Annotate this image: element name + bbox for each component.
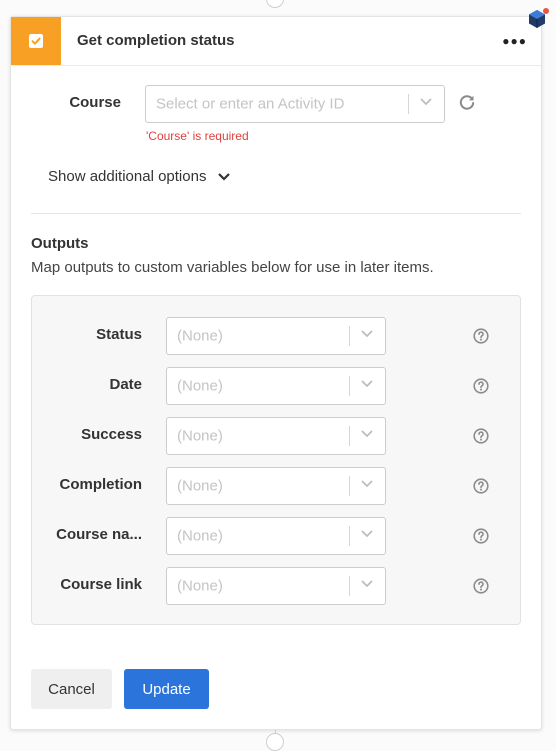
output-label-status: Status <box>96 326 142 343</box>
card-title: Get completion status <box>77 32 235 49</box>
output-select-date[interactable]: (None) <box>166 367 386 405</box>
select-separator <box>349 426 350 446</box>
output-select-value: (None) <box>177 527 223 545</box>
flow-connector-top-node <box>266 0 284 8</box>
help-icon[interactable] <box>473 328 489 344</box>
course-error: 'Course' is required <box>146 129 249 143</box>
chevron-down-icon[interactable] <box>360 427 374 446</box>
outputs-title: Outputs <box>31 235 89 252</box>
output-select-completion[interactable]: (None) <box>166 467 386 505</box>
output-label-completion: Completion <box>59 476 143 493</box>
show-additional-options[interactable]: Show additional options <box>48 168 231 185</box>
chevron-down-icon[interactable] <box>360 477 374 496</box>
output-select-value: (None) <box>177 477 223 495</box>
more-options-icon[interactable]: ●●● <box>502 34 527 48</box>
chevron-down-icon[interactable] <box>360 527 374 546</box>
chevron-down-icon[interactable] <box>360 377 374 396</box>
output-select-value: (None) <box>177 377 223 395</box>
course-label: Course <box>69 94 121 111</box>
checkbox-icon <box>11 17 61 65</box>
help-icon[interactable] <box>473 528 489 544</box>
help-icon[interactable] <box>473 428 489 444</box>
output-select-status[interactable]: (None) <box>166 317 386 355</box>
card-header: Get completion status ●●● <box>11 17 541 66</box>
select-separator <box>349 376 350 396</box>
refresh-icon[interactable] <box>458 94 476 117</box>
show-additional-options-label: Show additional options <box>48 168 207 185</box>
select-separator <box>349 526 350 546</box>
chevron-down-icon[interactable] <box>360 327 374 346</box>
output-label-course-name: Course na... <box>56 526 142 543</box>
step-card: Get completion status ●●● Course Select … <box>10 16 542 730</box>
output-label-success: Success <box>81 426 142 443</box>
output-label-course-link: Course link <box>60 576 142 593</box>
help-icon[interactable] <box>473 578 489 594</box>
outputs-panel: Status (None) Date (None) Success (None)… <box>31 295 521 625</box>
help-icon[interactable] <box>473 378 489 394</box>
chevron-down-icon[interactable] <box>419 95 433 114</box>
chevron-down-icon[interactable] <box>360 577 374 596</box>
course-select[interactable]: Select or enter an Activity ID <box>145 85 445 123</box>
select-separator <box>349 576 350 596</box>
output-select-success[interactable]: (None) <box>166 417 386 455</box>
chevron-down-icon <box>217 173 230 181</box>
update-button[interactable]: Update <box>124 669 209 709</box>
output-select-value: (None) <box>177 577 223 595</box>
output-select-course-link[interactable]: (None) <box>166 567 386 605</box>
output-select-course-name[interactable]: (None) <box>166 517 386 555</box>
notification-dot <box>543 8 549 14</box>
cancel-button[interactable]: Cancel <box>31 669 112 709</box>
outputs-description: Map outputs to custom variables below fo… <box>31 259 434 276</box>
flow-connector-bottom-node <box>266 733 284 751</box>
course-placeholder: Select or enter an Activity ID <box>156 95 345 113</box>
select-separator <box>349 476 350 496</box>
select-separator <box>408 94 409 114</box>
output-select-value: (None) <box>177 427 223 445</box>
section-divider <box>31 213 521 214</box>
output-label-date: Date <box>109 376 142 393</box>
help-icon[interactable] <box>473 478 489 494</box>
output-select-value: (None) <box>177 327 223 345</box>
select-separator <box>349 326 350 346</box>
